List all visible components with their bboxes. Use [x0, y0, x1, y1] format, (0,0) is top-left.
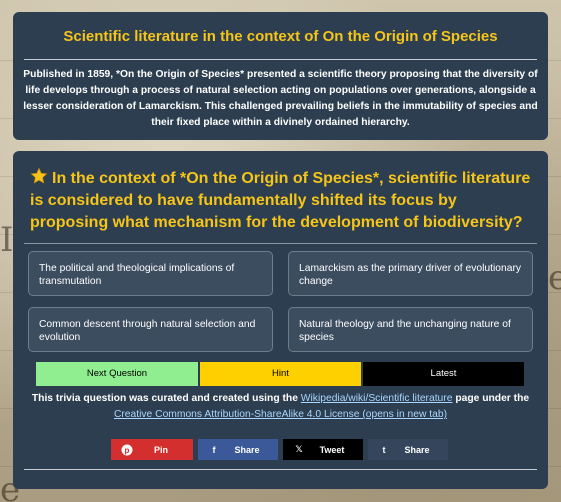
- question-card: In the context of *On the Origin of Spec…: [13, 151, 548, 489]
- tweet-label: Tweet: [319, 444, 345, 455]
- question-heading: In the context of *On the Origin of Spec…: [30, 167, 534, 234]
- pinterest-share-button[interactable]: p Pin: [111, 439, 193, 460]
- license-link[interactable]: Creative Commons Attribution-ShareAlike …: [114, 409, 447, 420]
- divider: [24, 469, 537, 470]
- pin-label: Pin: [153, 444, 168, 455]
- tumblr-share-label: Share: [404, 444, 430, 455]
- attribution-prefix: This trivia question was curated and cre…: [31, 393, 301, 404]
- x-tweet-button[interactable]: 𝕏 Tweet: [283, 439, 363, 460]
- x-icon: 𝕏: [295, 444, 303, 455]
- answer-option-2[interactable]: Lamarckism as the primary driver of evol…: [288, 251, 533, 296]
- tumblr-share-button[interactable]: t Share: [368, 439, 448, 460]
- divider: [24, 243, 537, 244]
- attribution-middle: page under the: [452, 393, 530, 404]
- intro-card: Scientific literature in the context of …: [13, 12, 548, 140]
- attribution-text: This trivia question was curated and cre…: [23, 391, 538, 423]
- intro-title: Scientific literature in the context of …: [63, 28, 498, 45]
- intro-text: Published in 1859, *On the Origin of Spe…: [23, 69, 538, 128]
- pinterest-icon: p: [121, 444, 133, 456]
- action-buttons: Next Question Hint Latest: [36, 362, 525, 387]
- tumblr-icon: t: [382, 444, 386, 455]
- question-text: In the context of *On the Origin of Spec…: [30, 170, 531, 231]
- answer-option-1[interactable]: The political and theological implicatio…: [28, 251, 273, 296]
- divider: [24, 59, 537, 60]
- facebook-share-button[interactable]: f Share: [198, 439, 278, 460]
- answer-option-4[interactable]: Natural theology and the unchanging natu…: [288, 307, 533, 352]
- next-question-button[interactable]: Next Question: [36, 362, 198, 386]
- answer-option-3[interactable]: Common descent through natural selection…: [28, 307, 273, 352]
- facebook-share-label: Share: [234, 444, 260, 455]
- svg-text:p: p: [125, 446, 130, 455]
- latest-button[interactable]: Latest: [363, 362, 524, 386]
- facebook-icon: f: [212, 444, 216, 455]
- star-icon: [30, 167, 48, 185]
- background-glyph: e: [548, 258, 561, 298]
- wikipedia-source-link[interactable]: Wikipedia/wiki/Scientific literature: [301, 393, 453, 404]
- hint-button[interactable]: Hint: [200, 362, 361, 386]
